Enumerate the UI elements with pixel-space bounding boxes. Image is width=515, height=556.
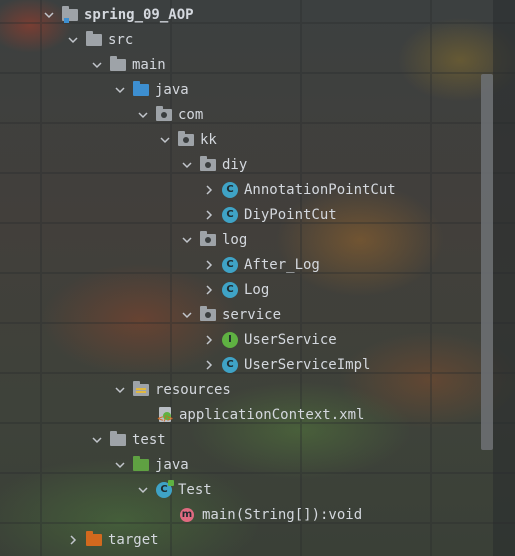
tree-node-userserviceimpl[interactable]: C UserServiceImpl <box>0 352 515 377</box>
tree-node-log-class[interactable]: C Log <box>0 277 515 302</box>
tree-node-after-log[interactable]: C After_Log <box>0 252 515 277</box>
class-icon: C <box>222 256 238 273</box>
tree-node-diypointcut[interactable]: C DiyPointCut <box>0 202 515 227</box>
class-icon: C <box>222 281 238 298</box>
tree-node-label: src <box>108 31 134 48</box>
folder-icon <box>110 430 126 448</box>
tree-node-label: DiyPointCut <box>244 206 337 223</box>
resources-folder-icon <box>133 380 149 398</box>
chevron-down-icon[interactable] <box>180 152 194 177</box>
tree-node-label: test <box>132 431 166 448</box>
chevron-down-icon[interactable] <box>113 377 127 402</box>
tree-node-main[interactable]: main <box>0 52 515 77</box>
spring-xml-file-icon: </> <box>157 406 173 423</box>
module-folder-icon <box>62 5 78 23</box>
chevron-down-icon[interactable] <box>113 77 127 102</box>
excluded-folder-icon <box>86 530 102 548</box>
class-icon: C <box>222 181 238 198</box>
tree-node-java-test-root[interactable]: java <box>0 452 515 477</box>
tree-node-label: UserServiceImpl <box>244 356 371 373</box>
chevron-down-icon[interactable] <box>180 227 194 252</box>
class-icon: C <box>222 206 238 223</box>
tree-node-java-source-root[interactable]: java <box>0 77 515 102</box>
tree-node-label: AnnotationPointCut <box>244 181 396 198</box>
tree-node-label: target <box>108 531 159 548</box>
chevron-right-icon[interactable] <box>202 177 216 202</box>
package-icon <box>156 105 172 123</box>
vertical-scrollbar[interactable] <box>481 74 493 450</box>
class-icon: C <box>222 356 238 373</box>
chevron-right-icon[interactable] <box>202 352 216 377</box>
tree-node-label: After_Log <box>244 256 320 273</box>
tree-node-test-class[interactable]: C Test <box>0 477 515 502</box>
folder-icon <box>110 55 126 73</box>
tree-node-resources[interactable]: resources <box>0 377 515 402</box>
chevron-right-icon[interactable] <box>202 252 216 277</box>
tree-node-label: spring_09_AOP <box>84 6 194 23</box>
folder-icon <box>86 30 102 48</box>
package-icon <box>200 230 216 248</box>
chevron-down-icon[interactable] <box>136 102 150 127</box>
chevron-down-icon[interactable] <box>136 477 150 502</box>
tree-node-label: service <box>222 306 282 323</box>
tree-node-log-package[interactable]: log <box>0 227 515 252</box>
chevron-right-icon[interactable] <box>202 202 216 227</box>
tree-node-diy[interactable]: diy <box>0 152 515 177</box>
package-icon <box>200 305 216 323</box>
tree-node-label: java <box>155 456 189 473</box>
tree-node-label: log <box>222 231 248 248</box>
chevron-down-icon[interactable] <box>66 27 80 52</box>
tree-node-applicationcontext-xml[interactable]: </> applicationContext.xml <box>0 402 515 427</box>
tree-node-label: applicationContext.xml <box>179 406 365 423</box>
tree-node-label: main <box>132 56 166 73</box>
package-icon <box>200 155 216 173</box>
tree-node-label: Log <box>244 281 270 298</box>
tree-node-annotationpointcut[interactable]: C AnnotationPointCut <box>0 177 515 202</box>
tree-node-label: resources <box>155 381 231 398</box>
tree-node-label: diy <box>222 156 248 173</box>
chevron-right-icon[interactable] <box>202 327 216 352</box>
tree-node-label: java <box>155 81 189 98</box>
tree-node-test[interactable]: test <box>0 427 515 452</box>
package-icon <box>178 130 194 148</box>
tree-node-src[interactable]: src <box>0 27 515 52</box>
source-root-icon <box>133 80 149 98</box>
tree-node-label: com <box>178 106 204 123</box>
chevron-down-icon[interactable] <box>180 302 194 327</box>
tree-node-userservice[interactable]: I UserService <box>0 327 515 352</box>
tree-node-label: Test <box>178 481 212 498</box>
tree-node-service[interactable]: service <box>0 302 515 327</box>
runnable-class-icon: C <box>156 479 174 498</box>
chevron-down-icon[interactable] <box>90 427 104 452</box>
chevron-down-icon[interactable] <box>42 2 56 27</box>
tree-node-kk[interactable]: kk <box>0 127 515 152</box>
tree-node-com[interactable]: com <box>0 102 515 127</box>
tree-node-label: main(String[]):void <box>202 506 363 523</box>
chevron-down-icon[interactable] <box>90 52 104 77</box>
chevron-right-icon[interactable] <box>202 277 216 302</box>
tree-node-label: kk <box>200 131 217 148</box>
tree-node-target[interactable]: target <box>0 527 515 552</box>
chevron-down-icon[interactable] <box>158 127 172 152</box>
chevron-right-icon[interactable] <box>66 527 80 552</box>
method-icon: m <box>180 507 194 522</box>
tree-node-main-method[interactable]: m main(String[]):void <box>0 502 515 527</box>
project-tree: spring_09_AOP src main java com kk diy C… <box>0 0 515 556</box>
tree-node-label: UserService <box>244 331 337 348</box>
chevron-down-icon[interactable] <box>113 452 127 477</box>
tree-node-spring-09-aop[interactable]: spring_09_AOP <box>0 2 515 27</box>
interface-icon: I <box>222 331 238 348</box>
test-source-root-icon <box>133 455 149 473</box>
